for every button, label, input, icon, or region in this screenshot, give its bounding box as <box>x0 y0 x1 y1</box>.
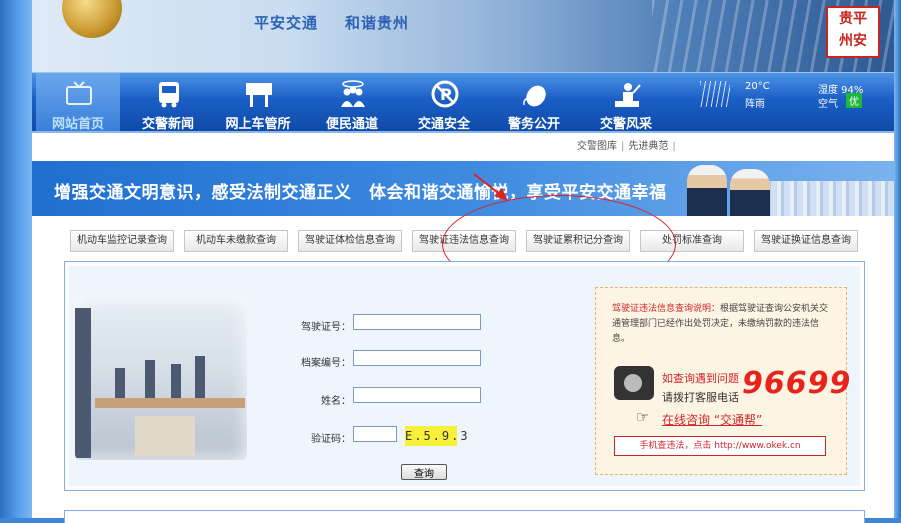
header-seal: 贵平 州安 <box>826 6 880 58</box>
header-banner: 平安交通 和谐贵州 贵平 州安 <box>32 0 894 72</box>
weather-air-label: 空气 <box>818 99 838 110</box>
sub-links: 交警图库 | 先进典范 | <box>577 141 676 152</box>
tab-license-violation-query[interactable]: 驾驶证违法信息查询 <box>412 230 516 252</box>
license-number-input[interactable] <box>353 314 481 330</box>
nav-label: 交警新闻 <box>141 117 194 132</box>
pointing-hand-icon: ☞ <box>636 408 650 426</box>
file-number-input[interactable] <box>353 350 481 366</box>
annotation-arrow-icon <box>473 173 508 201</box>
nav-item-police-style[interactable]: 交警风采 <box>584 73 668 132</box>
link-police-gallery[interactable]: 交警图库 <box>577 141 617 152</box>
page-container: 平安交通 和谐贵州 贵平 州安 网站首页 交警新闻 网上车管所 便民通道 交通安… <box>32 0 894 523</box>
nav-item-convenience[interactable]: 便民通道 <box>310 73 394 132</box>
nav-item-vehicle-office[interactable]: 网上车管所 <box>216 73 300 132</box>
tab-license-renewal-query[interactable]: 驾驶证换证信息查询 <box>754 230 858 252</box>
help-line-2: 请拨打客服电话 <box>662 391 739 404</box>
people-icon <box>341 80 365 107</box>
tab-license-points-query[interactable]: 驾驶证累积记分查询 <box>526 230 630 252</box>
name-label: 姓名： <box>321 396 351 407</box>
rain-icon <box>700 81 730 107</box>
nav-item-police-affairs[interactable]: 警务公开 <box>492 73 576 132</box>
tab-penalty-standard-query[interactable]: 处罚标准查询 <box>640 230 744 252</box>
captcha-label: 验证码： <box>311 434 351 445</box>
nav-label: 网站首页 <box>51 117 104 132</box>
hotline-number: 96699 <box>742 366 852 401</box>
name-input[interactable] <box>353 387 481 403</box>
weather-condition: 阵雨 <box>745 99 765 110</box>
weather-widget: 20°C 阵雨 湿度 94% 空气 优 <box>700 77 890 125</box>
info-description: 驾驶证违法信息查询说明：根据驾驶证查询公安机关交通管理部门已经作出处罚决定，未缴… <box>612 302 832 347</box>
license-number-label: 驾驶证号： <box>301 322 351 333</box>
help-line-1: 如查询遇到问题 <box>662 372 739 385</box>
header-slogan-right: 和谐贵州 <box>345 14 410 32</box>
link-model-examples[interactable]: 先进典范 <box>628 141 668 152</box>
bus-icon <box>159 82 179 108</box>
nav-label: 网上车管所 <box>225 117 291 132</box>
nav-item-news[interactable]: 交警新闻 <box>126 73 210 132</box>
online-consult-link[interactable]: 在线咨询 “交通帮” <box>662 411 762 428</box>
mobile-query-link[interactable]: 手机查违法，点击 http://www.okek.cn <box>614 436 826 456</box>
telephone-icon <box>614 366 654 400</box>
lower-panel <box>64 510 865 523</box>
main-nav: 网站首页 交警新闻 网上车管所 便民通道 交通安全 警务公开 交警风采 20°C… <box>32 72 894 133</box>
sign-icon <box>246 83 272 107</box>
slogan-banner: 增强交通文明意识，感受法制交通正义 体会和谐交通愉悦，享受平安交通幸福 <box>32 161 894 216</box>
police-emblem-icon <box>62 0 122 38</box>
tab-vehicle-unpaid-query[interactable]: 机动车未缴款查询 <box>184 230 288 252</box>
seal-line-2: 州安 <box>839 33 867 49</box>
info-title: 驾驶证违法信息查询说明： <box>612 304 721 314</box>
police-officer-image <box>730 169 770 216</box>
seal-line-1: 贵平 <box>839 11 867 27</box>
nav-item-traffic-safety[interactable]: P 交通安全 <box>402 73 486 132</box>
header-slogan-left: 平安交通 <box>254 14 319 32</box>
police-officer-image <box>687 165 727 216</box>
file-number-label: 档案编号： <box>301 358 351 369</box>
mouse-icon <box>523 85 546 107</box>
query-panel: 驾驶证号： 档案编号： 姓名： 验证码： E.5.9.3 查询 驾驶证违法信息查… <box>64 261 865 491</box>
tab-license-physical-query[interactable]: 驾驶证体检信息查询 <box>298 230 402 252</box>
query-panel-inner: 驾驶证号： 档案编号： 姓名： 验证码： E.5.9.3 查询 驾驶证违法信息查… <box>69 266 860 486</box>
query-button[interactable]: 查询 <box>401 464 447 480</box>
nav-label: 警务公开 <box>507 117 560 132</box>
nav-item-home[interactable]: 网站首页 <box>36 73 120 132</box>
nav-label: 便民通道 <box>325 117 378 132</box>
slogan-banner-text: 增强交通文明意识，感受法制交通正义 体会和谐交通愉悦，享受平安交通幸福 <box>54 183 667 203</box>
tv-icon <box>66 81 92 105</box>
service-hall-photo <box>75 298 247 460</box>
weather-temperature: 20°C <box>745 81 770 92</box>
nav-label: 交通安全 <box>417 117 470 132</box>
query-info-box: 驾驶证违法信息查询说明：根据驾驶证查询公安机关交通管理部门已经作出处罚决定，未缴… <box>595 287 850 475</box>
tab-vehicle-monitor-query[interactable]: 机动车监控记录查询 <box>70 230 174 252</box>
no-parking-icon: P <box>431 80 459 108</box>
page-background-left <box>0 0 32 518</box>
air-quality-badge: 优 <box>846 93 862 108</box>
page-background-right <box>894 0 901 518</box>
nav-label: 交警风采 <box>599 117 652 132</box>
captcha-image[interactable]: E.5.9.3 <box>405 426 468 446</box>
captcha-input[interactable] <box>353 426 397 442</box>
officer-icon <box>615 83 641 107</box>
